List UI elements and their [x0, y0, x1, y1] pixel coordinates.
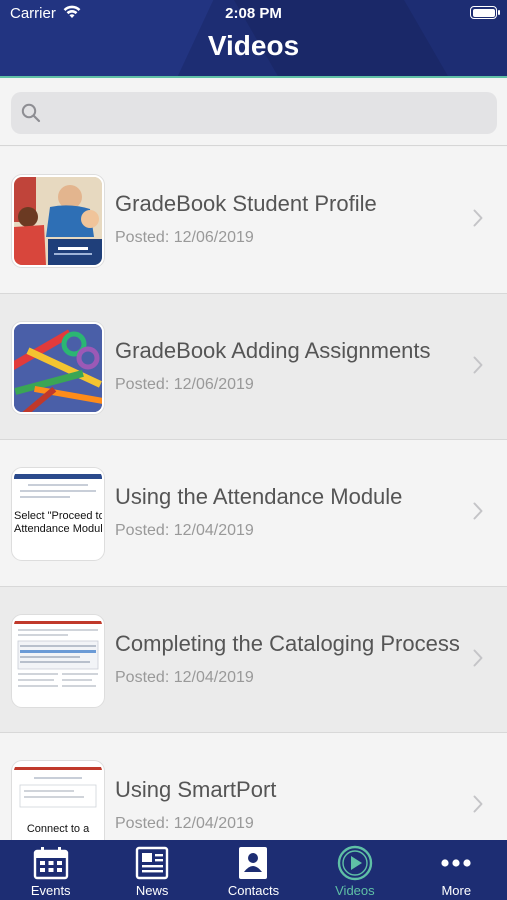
video-row[interactable]: Completing the Cataloging Process Posted… — [0, 586, 507, 733]
thumbnail-decoration — [14, 474, 102, 479]
search-bar[interactable] — [11, 92, 497, 134]
contact-card-icon — [239, 847, 268, 879]
newspaper-icon — [135, 846, 169, 880]
video-row[interactable]: GradeBook Student Profile Posted: 12/06/… — [0, 147, 507, 294]
thumbnail-text: Select "Proceed to — [14, 510, 104, 522]
chevron-right-icon — [473, 795, 483, 813]
video-title: GradeBook Student Profile — [115, 191, 377, 216]
video-date: Posted: 12/06/2019 — [115, 375, 254, 393]
more-dots-icon — [441, 859, 471, 867]
video-thumbnail — [12, 321, 104, 414]
video-date: Posted: 12/04/2019 — [115, 815, 254, 832]
video-title: Completing the Cataloging Process — [115, 630, 460, 656]
video-list: GradeBook Student Profile Posted: 12/06/… — [0, 147, 507, 840]
calendar-icon — [33, 847, 68, 880]
video-row[interactable]: GradeBook Adding Assignments Posted: 12/… — [0, 293, 507, 440]
video-title: Using SmartPort — [115, 777, 277, 802]
status-bar: Carrier 2:08 PM — [0, 0, 507, 28]
search-bar-container — [0, 80, 507, 146]
tab-label: Events — [30, 883, 71, 898]
tab-label: More — [441, 883, 472, 898]
tab-events[interactable]: Events — [0, 840, 101, 900]
tab-label: Videos — [335, 883, 375, 898]
chevron-right-icon — [473, 649, 483, 666]
video-thumbnail — [12, 614, 104, 707]
video-date: Posted: 12/04/2019 — [115, 668, 254, 686]
video-thumbnail: Select "Proceed to Attendance Modul — [12, 468, 104, 560]
tab-bar: Events News Contacts Videos More — [0, 840, 507, 900]
video-thumbnail — [12, 175, 104, 267]
video-date: Posted: 12/04/2019 — [115, 522, 254, 539]
video-row[interactable]: Select "Proceed to Attendance Modul Usin… — [0, 440, 507, 587]
play-circle-icon — [337, 845, 373, 881]
tab-videos[interactable]: Videos — [304, 840, 405, 900]
tab-contacts[interactable]: Contacts — [203, 840, 304, 900]
tab-more[interactable]: More — [406, 840, 507, 900]
video-title: GradeBook Adding Assignments — [115, 337, 431, 363]
search-input[interactable] — [51, 92, 491, 134]
navigation-header: Carrier 2:08 PM Videos — [0, 0, 507, 78]
tab-label: News — [135, 883, 169, 898]
page-title: Videos — [207, 30, 300, 61]
tab-news[interactable]: News — [101, 840, 202, 900]
video-thumbnail: Connect to a — [12, 761, 104, 840]
video-date: Posted: 12/06/2019 — [115, 229, 254, 246]
search-icon — [21, 103, 41, 123]
video-row[interactable]: Connect to a Using SmartPort Posted: 12/… — [0, 733, 507, 840]
chevron-right-icon — [473, 502, 483, 520]
thumbnail-text: Attendance Modul — [14, 523, 103, 535]
clock: 2:08 PM — [225, 5, 282, 22]
tab-label: Contacts — [227, 883, 280, 898]
chevron-right-icon — [473, 356, 483, 373]
thumbnail-text: Connect to a — [26, 823, 90, 835]
battery-icon — [470, 6, 500, 19]
chevron-right-icon — [473, 209, 483, 227]
video-title: Using the Attendance Module — [115, 484, 403, 509]
